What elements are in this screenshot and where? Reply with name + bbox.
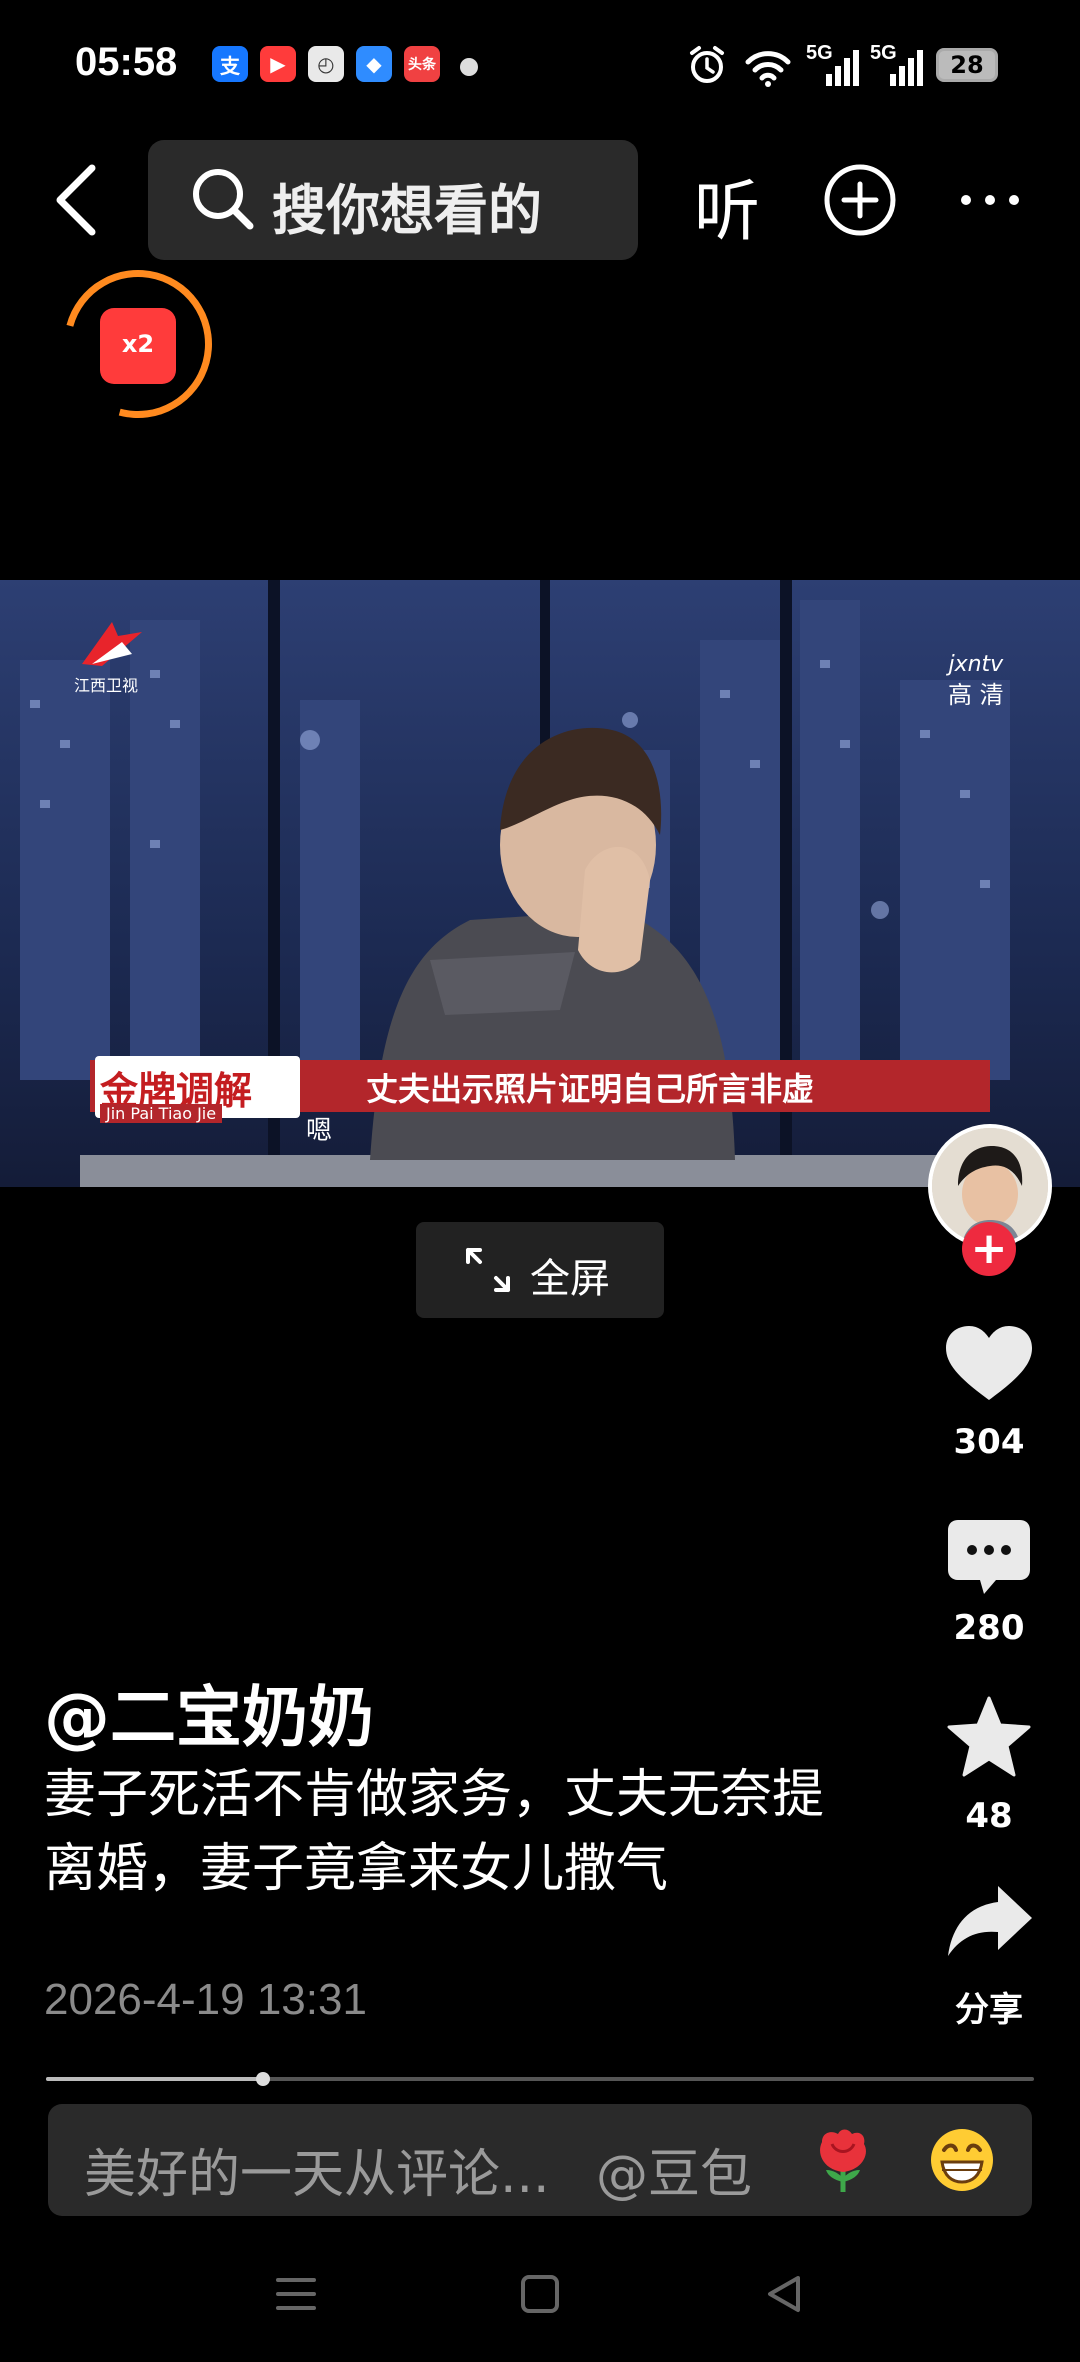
hd-label: 高 清 xyxy=(948,681,1004,709)
comment-icon[interactable] xyxy=(946,1518,1032,1598)
clock-app-icon: ◴ xyxy=(308,46,344,82)
share-icon[interactable] xyxy=(946,1884,1034,1958)
status-time: 05:58 xyxy=(75,40,178,84)
video-progress-knob[interactable] xyxy=(256,2072,271,2086)
add-icon[interactable] xyxy=(822,162,898,238)
signal-1-icon xyxy=(826,50,859,86)
search-placeholder: 搜你想看的 xyxy=(272,179,542,242)
back-nav-icon[interactable] xyxy=(764,2274,804,2314)
mention-doubao-button[interactable]: @豆包 xyxy=(596,2132,752,2207)
post-timestamp: 2026-4-19 13:31 xyxy=(44,1975,367,2024)
grin-emoji-icon[interactable] xyxy=(928,2126,996,2194)
comment-placeholder: 美好的一天从评论... xyxy=(84,2145,550,2205)
channel-name: 江西卫视 xyxy=(74,676,139,695)
home-icon[interactable] xyxy=(520,2274,560,2314)
favorite-count: 48 xyxy=(965,1796,1013,1836)
hd-badge: jxntv 高 清 xyxy=(948,650,1004,710)
show-logo-pinyin: Jin Pai Tiao Jie xyxy=(100,1104,223,1123)
notification-dot-icon xyxy=(460,58,478,76)
wifi-icon xyxy=(745,51,791,87)
back-icon[interactable] xyxy=(50,162,100,238)
author-name[interactable]: @二宝奶奶 xyxy=(44,1664,374,1760)
rose-emoji-icon[interactable] xyxy=(808,2126,878,2196)
toutiao-icon: 头条 xyxy=(404,46,440,82)
share-label[interactable]: 分享 xyxy=(929,1982,1049,2031)
fullscreen-label: 全屏 xyxy=(530,1256,610,1302)
video-subtitle: 嗯 xyxy=(306,1116,333,1146)
video-description: 妻子死活不肯做家务，丈夫无奈提离婚，妻子竟拿来女儿撒气 xyxy=(44,1765,825,1899)
expand-icon xyxy=(466,1248,510,1292)
favorite-star-icon[interactable] xyxy=(946,1696,1032,1778)
video-caption: 丈夫出示照片证明自己所言非虚 xyxy=(366,1070,815,1108)
red-packet-multiplier: x2 xyxy=(121,330,155,358)
alarm-icon xyxy=(690,46,724,83)
like-icon[interactable] xyxy=(944,1324,1034,1404)
search-icon xyxy=(193,169,254,230)
battery-indicator: 28 xyxy=(936,48,998,82)
signal-2-icon xyxy=(890,50,923,86)
alipay-icon: 支 xyxy=(212,46,248,82)
browser-app-icon: ◆ xyxy=(356,46,392,82)
like-count: 304 xyxy=(953,1422,1025,1462)
more-icon[interactable] xyxy=(958,186,1022,214)
listen-button[interactable]: 听 xyxy=(694,158,760,254)
channel-logo-icon xyxy=(82,622,142,666)
video-progress-fill xyxy=(46,2077,264,2081)
follow-button[interactable]: + xyxy=(962,1222,1016,1276)
hd-site: jxntv xyxy=(948,652,1004,677)
recent-apps-icon[interactable] xyxy=(276,2276,316,2312)
video-app-icon: ▶ xyxy=(260,46,296,82)
comment-count: 280 xyxy=(953,1608,1025,1648)
